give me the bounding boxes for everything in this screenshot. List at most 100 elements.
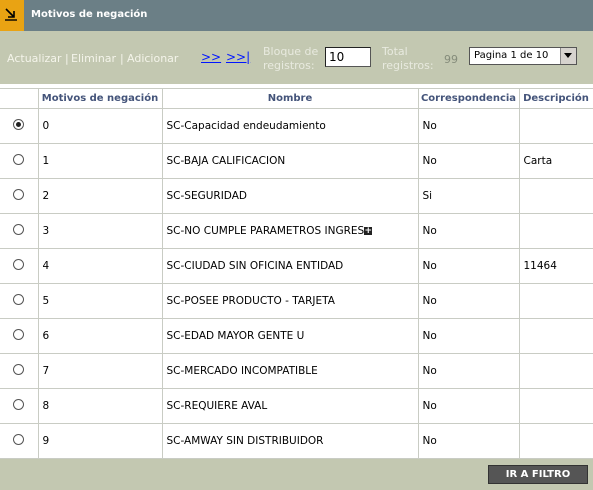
motivo-cell-text: 1	[42, 155, 50, 167]
correspondencia-cell: No	[417, 143, 520, 179]
correspondencia-cell-text: No	[422, 435, 437, 447]
row-select-cell	[0, 318, 39, 354]
table-row[interactable]: 7 SC-MERCADO INCOMPATIBLE No	[0, 353, 593, 389]
row-radio-button[interactable]	[13, 154, 25, 165]
actualizar-link[interactable]: Actualizar	[7, 52, 62, 65]
motivo-cell: 4	[37, 248, 163, 284]
correspondencia-cell: Si	[417, 178, 520, 214]
correspondencia-cell: No	[417, 213, 520, 249]
descripcion-cell	[518, 318, 593, 354]
correspondencia-cell: No	[417, 388, 520, 424]
total-label: Total	[382, 45, 408, 58]
bloque-label: Bloque de	[263, 45, 319, 58]
nombre-cell: SC-BAJA CALIFICACION	[161, 143, 419, 179]
correspondencia-cell: No	[417, 423, 520, 459]
table-row[interactable]: 9 SC-AMWAY SIN DISTRIBUIDOR No	[0, 423, 593, 459]
motivo-cell: 3	[37, 213, 163, 249]
motivo-cell: 1	[37, 143, 163, 179]
correspondencia-cell: No	[417, 248, 520, 284]
row-select-cell	[0, 213, 39, 249]
correspondencia-cell-text: No	[422, 400, 437, 412]
table-row[interactable]: 3 SC-NO CUMPLE PARAMETROS INGRES+ No	[0, 213, 593, 249]
table-header-row: Motivos de negación Nombre Correspondenc…	[0, 88, 593, 109]
row-radio-button[interactable]	[13, 364, 25, 375]
nombre-column-header[interactable]: Nombre	[161, 88, 419, 109]
row-radio-button[interactable]	[13, 329, 25, 340]
page-select[interactable]: Pagina 1 de 10	[469, 47, 577, 65]
correspondencia-cell-text: No	[422, 295, 437, 307]
row-select-cell	[0, 388, 39, 424]
table-row[interactable]: 0 SC-Capacidad endeudamiento No	[0, 108, 593, 144]
row-select-cell	[0, 108, 39, 144]
nombre-cell: SC-MERCADO INCOMPATIBLE	[161, 353, 419, 389]
adicionar-link[interactable]: Adicionar	[127, 52, 178, 65]
total-registros-value: 99	[444, 53, 458, 66]
row-radio-button[interactable]	[13, 189, 25, 200]
table-row[interactable]: 4 SC-CIUDAD SIN OFICINA ENTIDAD No 11464	[0, 248, 593, 284]
nombre-cell-text: SC-SEGURIDAD	[166, 190, 247, 202]
toolbar-separator: |	[120, 52, 124, 65]
table-row[interactable]: 5 SC-POSEE PRODUCTO - TARJETA No	[0, 283, 593, 319]
nombre-cell-text: SC-EDAD MAYOR GENTE U	[166, 330, 305, 342]
table-row[interactable]: 6 SC-EDAD MAYOR GENTE U No	[0, 318, 593, 354]
descripcion-cell: 11464	[518, 248, 593, 284]
motivos-column-header[interactable]: Motivos de negación	[37, 88, 163, 109]
page-select-value: Pagina 1 de 10	[474, 50, 549, 61]
toolbar-separator: |	[65, 52, 69, 65]
table-row[interactable]: 1 SC-BAJA CALIFICACION No Carta	[0, 143, 593, 179]
nombre-cell: SC-CIUDAD SIN OFICINA ENTIDAD	[161, 248, 419, 284]
ir-a-filtro-button[interactable]: IR A FILTRO	[488, 465, 588, 484]
window-title: Motivos de negación	[31, 9, 148, 20]
motivo-cell-text: 4	[42, 260, 50, 272]
nombre-cell: SC-AMWAY SIN DISTRIBUIDOR	[161, 423, 419, 459]
nombre-cell: SC-Capacidad endeudamiento	[161, 108, 419, 144]
motivo-cell: 7	[37, 353, 163, 389]
nombre-cell-text: SC-CIUDAD SIN OFICINA ENTIDAD	[166, 260, 344, 272]
correspondencia-column-header[interactable]: Correspondencia	[417, 88, 520, 109]
motivo-cell-text: 5	[42, 295, 50, 307]
row-radio-button[interactable]	[13, 434, 25, 445]
title-bar: Motivos de negación	[0, 0, 593, 31]
nombre-cell: SC-EDAD MAYOR GENTE U	[161, 318, 419, 354]
nombre-cell-text: SC-REQUIERE AVAL	[166, 400, 268, 412]
row-select-cell	[0, 248, 39, 284]
motivo-cell-text: 9	[42, 435, 50, 447]
nombre-cell-text: SC-Capacidad endeudamiento	[166, 120, 326, 132]
row-radio-button[interactable]	[13, 399, 25, 410]
expand-plus-icon[interactable]: +	[364, 227, 373, 236]
nombre-cell: SC-REQUIERE AVAL	[161, 388, 419, 424]
descripcion-cell	[518, 178, 593, 214]
chevron-down-icon[interactable]	[560, 48, 576, 64]
motivo-cell: 8	[37, 388, 163, 424]
descripcion-cell-text: Carta	[523, 155, 553, 167]
last-page-link[interactable]: >>|	[226, 50, 250, 64]
correspondencia-cell-text: No	[422, 330, 437, 342]
row-radio-button[interactable]	[13, 119, 25, 130]
row-radio-button[interactable]	[13, 294, 25, 305]
motivo-cell-text: 2	[42, 190, 50, 202]
bloque-registros-input[interactable]	[325, 47, 371, 67]
arrow-corner-icon	[0, 0, 24, 31]
table-row[interactable]: 2 SC-SEGURIDAD Si	[0, 178, 593, 214]
toolbar: Actualizar | Eliminar | Adicionar >> >>|…	[0, 31, 593, 84]
descripcion-column-header[interactable]: Descripción	[518, 88, 593, 109]
eliminar-link[interactable]: Eliminar	[71, 52, 116, 65]
total-label-2: registros:	[382, 59, 434, 72]
row-radio-button[interactable]	[13, 259, 25, 270]
table-row[interactable]: 8 SC-REQUIERE AVAL No	[0, 388, 593, 424]
select-column-header	[0, 88, 39, 109]
correspondencia-cell: No	[417, 353, 520, 389]
correspondencia-cell-text: No	[422, 260, 437, 272]
correspondencia-cell-text: No	[422, 155, 437, 167]
row-select-cell	[0, 143, 39, 179]
descripcion-cell	[518, 388, 593, 424]
row-radio-button[interactable]	[13, 224, 25, 235]
bloque-label-2: registros:	[263, 59, 315, 72]
correspondencia-cell-text: No	[422, 120, 437, 132]
next-page-link[interactable]: >>	[201, 50, 221, 64]
row-select-cell	[0, 423, 39, 459]
motivo-cell-text: 3	[42, 225, 50, 237]
nombre-cell-text: SC-NO CUMPLE PARAMETROS INGRES	[166, 225, 365, 237]
descripcion-cell	[518, 423, 593, 459]
nombre-cell-text: SC-BAJA CALIFICACION	[166, 155, 286, 167]
